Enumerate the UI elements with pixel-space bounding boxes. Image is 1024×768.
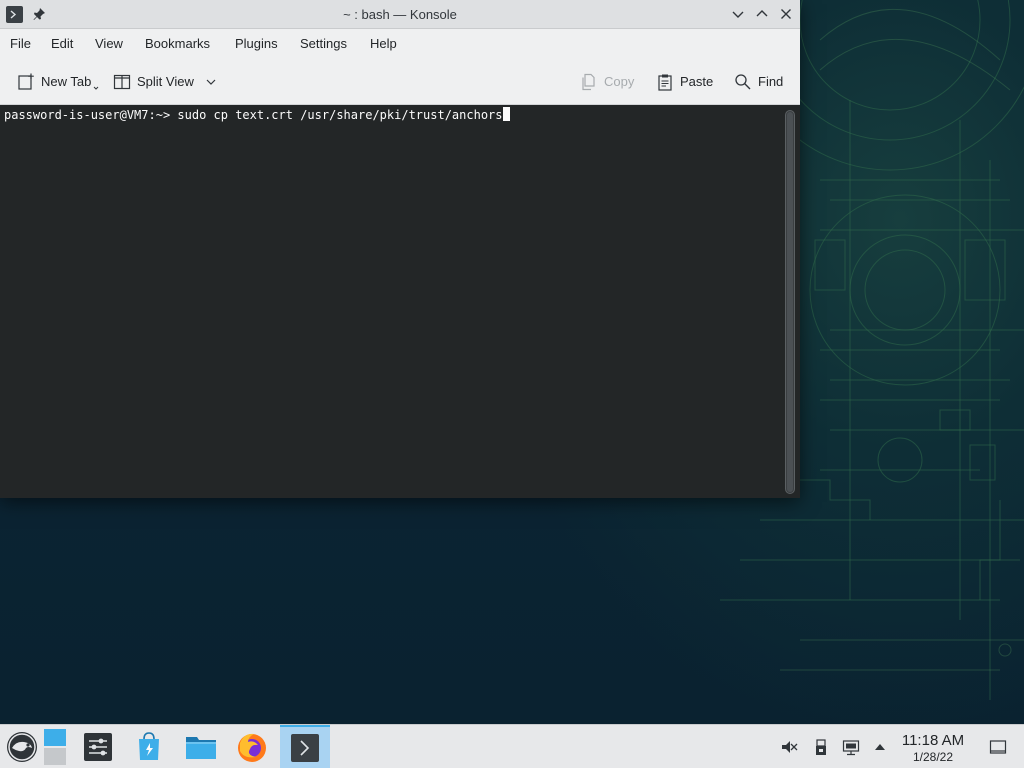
clock-date[interactable]: 1/28/22 [893, 750, 973, 764]
dolphin-files-icon[interactable] [183, 729, 219, 765]
copy-button[interactable]: Copy [580, 71, 638, 93]
scrollbar-thumb[interactable] [787, 112, 793, 492]
discover-store-icon[interactable] [131, 729, 167, 765]
close-icon [781, 9, 791, 19]
tray-expand-icon[interactable] [871, 738, 889, 756]
close-button[interactable] [778, 6, 794, 22]
menu-edit[interactable]: Edit [51, 29, 73, 59]
clock-time[interactable]: 11:18 AM [893, 732, 973, 749]
menu-bar: File Edit View Bookmarks Plugins Setting… [0, 29, 800, 59]
terminal-prompt: password-is-user@VM7:~> [4, 108, 178, 122]
terminal-input-line[interactable]: password-is-user@VM7:~> sudo cp text.crt… [4, 107, 510, 123]
search-icon [735, 74, 751, 90]
chevron-down-icon [206, 79, 216, 85]
copy-label: Copy [604, 74, 635, 89]
paste-label: Paste [680, 74, 714, 89]
menu-settings[interactable]: Settings [300, 29, 347, 59]
menu-bookmarks[interactable]: Bookmarks [145, 29, 210, 59]
taskbar-panel: 11:18 AM 1/28/22 [0, 724, 1024, 768]
paste-icon [658, 74, 672, 91]
split-view-icon [113, 74, 131, 90]
window-titlebar[interactable]: ~ : bash — Konsole [0, 0, 800, 29]
split-view-label: Split View [137, 74, 194, 89]
terminal-view[interactable]: password-is-user@VM7:~> sudo cp text.crt… [0, 105, 800, 498]
opensuse-launcher-icon[interactable] [4, 729, 40, 765]
new-tab-button[interactable]: New Tab [17, 71, 99, 93]
paste-button[interactable]: Paste [656, 71, 718, 93]
chevron-down-icon [732, 11, 744, 18]
terminal-cursor [502, 107, 510, 121]
pager-icon[interactable] [42, 727, 68, 767]
terminal-command: sudo cp text.crt /usr/share/pki/trust/an… [177, 108, 503, 122]
menu-file[interactable]: File [10, 29, 31, 59]
volume-muted-icon[interactable] [780, 738, 798, 756]
show-desktop-icon[interactable] [989, 738, 1007, 756]
firefox-icon[interactable] [234, 729, 270, 765]
chevron-up-icon [756, 10, 768, 17]
maximize-button[interactable] [754, 6, 770, 22]
find-button[interactable]: Find [734, 71, 790, 93]
konsole-task-active[interactable] [280, 725, 330, 768]
menu-view[interactable]: View [95, 29, 123, 59]
terminal-scrollbar[interactable] [785, 110, 795, 494]
menu-plugins[interactable]: Plugins [235, 29, 278, 59]
window-title: ~ : bash — Konsole [343, 7, 457, 22]
new-tab-label: New Tab [41, 74, 92, 89]
device-notifier-icon[interactable] [812, 738, 830, 756]
main-toolbar: New Tab Split View Copy Paste Find [0, 59, 800, 105]
network-icon[interactable] [842, 738, 860, 756]
konsole-icon [291, 734, 319, 762]
system-settings-icon[interactable] [80, 729, 116, 765]
copy-icon [582, 73, 595, 91]
menu-help[interactable]: Help [370, 29, 397, 59]
find-label: Find [758, 74, 784, 89]
dropdown-arrow-icon [93, 86, 99, 90]
new-tab-icon [18, 73, 34, 90]
minimize-button[interactable] [730, 6, 746, 22]
konsole-window: ~ : bash — Konsole File Edit View Bookma… [0, 0, 800, 498]
split-view-button[interactable]: Split View [113, 71, 219, 93]
